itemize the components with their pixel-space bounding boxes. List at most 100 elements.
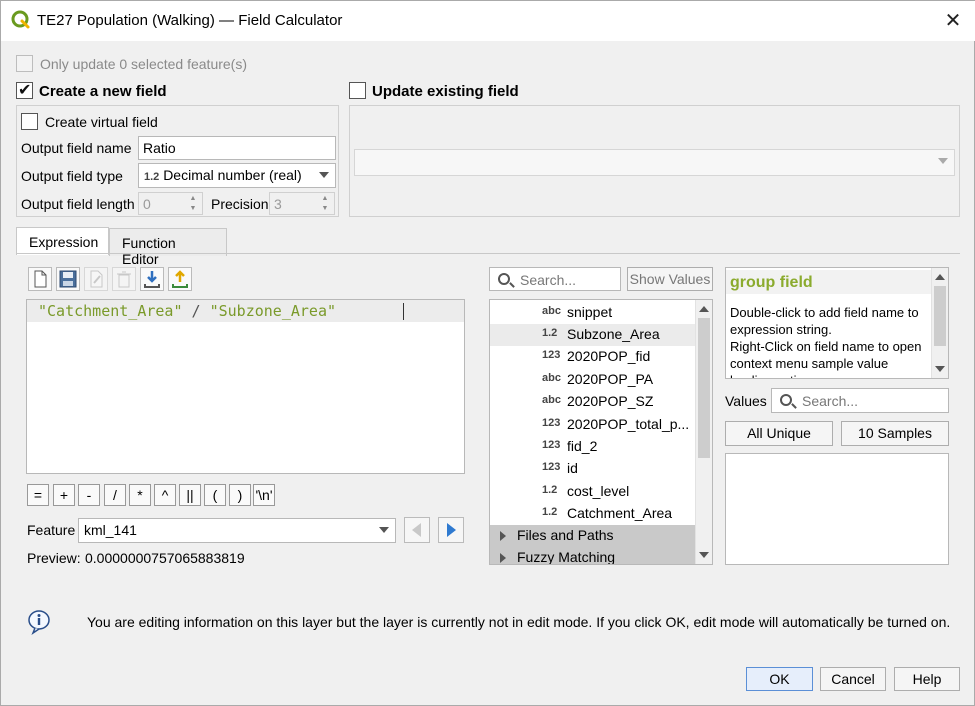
show-values-button[interactable]: Show Values bbox=[627, 267, 713, 291]
triangle-left-icon bbox=[412, 523, 421, 537]
decimal-type-icon: 1.2 bbox=[542, 506, 558, 518]
update-existing-field-label: Update existing field bbox=[372, 83, 519, 100]
output-field-length-value: 0 bbox=[143, 196, 151, 212]
existing-field-select[interactable] bbox=[354, 149, 955, 176]
scrollbar-thumb[interactable] bbox=[698, 318, 710, 458]
output-field-type-label: Output field type bbox=[21, 168, 123, 184]
expression-editor[interactable]: "Catchment_Area" / "Subzone_Area" bbox=[26, 299, 465, 474]
all-unique-button[interactable]: All Unique bbox=[725, 421, 833, 446]
help-button[interactable]: Help bbox=[894, 667, 960, 691]
list-item-selected[interactable]: 1.2 Subzone_Area bbox=[490, 324, 696, 346]
qgis-logo-icon bbox=[11, 10, 30, 29]
chevron-down-icon bbox=[319, 172, 329, 178]
window-title: TE27 Population (Walking) — Field Calcul… bbox=[37, 12, 343, 29]
search-icon bbox=[498, 273, 510, 285]
chevron-down-icon bbox=[379, 527, 389, 533]
operator-open-paren-button[interactable]: ( bbox=[204, 484, 226, 506]
help-body: Double-click to add field name to expres… bbox=[730, 304, 930, 378]
edit-icon[interactable] bbox=[84, 267, 108, 291]
ten-samples-button[interactable]: 10 Samples bbox=[841, 421, 949, 446]
values-search-placeholder: Search... bbox=[802, 393, 859, 409]
only-update-selected-label: Only update 0 selected feature(s) bbox=[40, 56, 248, 72]
help-line-1: Double-click to add field name to expres… bbox=[730, 305, 919, 337]
next-feature-button[interactable] bbox=[438, 517, 464, 543]
cancel-button[interactable]: Cancel bbox=[820, 667, 886, 691]
info-icon bbox=[28, 610, 50, 635]
decimal-type-icon: 1.2 bbox=[144, 171, 160, 183]
help-scrollbar[interactable] bbox=[931, 268, 948, 378]
tree-group-fuzzy-matching[interactable]: Fuzzy Matching bbox=[490, 547, 696, 564]
list-item[interactable]: 123 id bbox=[490, 458, 696, 480]
output-field-name-label: Output field name bbox=[21, 140, 132, 156]
text-caret bbox=[403, 303, 404, 320]
integer-type-icon: 123 bbox=[542, 461, 561, 473]
preview-value: 0.0000000757065883819 bbox=[85, 550, 245, 566]
delete-icon[interactable] bbox=[112, 267, 136, 291]
operator-equals-button[interactable]: = bbox=[27, 484, 49, 506]
update-existing-field-checkbox[interactable] bbox=[349, 82, 366, 99]
expression-field-a: "Catchment_Area" bbox=[38, 302, 183, 320]
precision-input[interactable]: 3 ▲ ▼ bbox=[269, 192, 335, 215]
list-item[interactable]: 123 2020POP_total_p... bbox=[490, 414, 696, 436]
integer-type-icon: 123 bbox=[542, 417, 561, 429]
function-search-placeholder: Search... bbox=[520, 272, 577, 288]
help-title: group field bbox=[730, 274, 813, 291]
list-item[interactable]: abc snippet bbox=[490, 302, 696, 324]
list-item[interactable]: abc 2020POP_SZ bbox=[490, 391, 696, 413]
operator-power-button[interactable]: ^ bbox=[154, 484, 176, 506]
function-search-input[interactable]: Search... bbox=[489, 267, 621, 291]
close-icon[interactable]: ✕ bbox=[941, 9, 965, 33]
values-label: Values bbox=[725, 393, 767, 409]
string-type-icon: abc bbox=[542, 372, 561, 384]
previous-feature-button[interactable] bbox=[404, 517, 430, 543]
string-type-icon: abc bbox=[542, 305, 561, 317]
create-virtual-field-label: Create virtual field bbox=[45, 114, 158, 130]
values-search-input[interactable]: Search... bbox=[771, 388, 949, 413]
list-item[interactable]: 123 2020POP_fid bbox=[490, 346, 696, 368]
spinner-arrows-icon[interactable]: ▲ ▼ bbox=[186, 194, 200, 214]
tab-divider bbox=[16, 253, 960, 254]
operator-multiply-button[interactable]: * bbox=[129, 484, 151, 506]
scroll-up-icon[interactable] bbox=[699, 306, 709, 312]
decimal-type-icon: 1.2 bbox=[542, 327, 558, 339]
tree-group-files-and-paths[interactable]: Files and Paths bbox=[490, 525, 696, 547]
operator-concat-button[interactable]: || bbox=[179, 484, 201, 506]
operator-close-paren-button[interactable]: ) bbox=[229, 484, 251, 506]
feature-select[interactable]: kml_141 bbox=[78, 518, 396, 543]
create-virtual-field-checkbox[interactable] bbox=[21, 113, 38, 130]
triangle-right-icon bbox=[447, 523, 456, 537]
only-update-selected-checkbox[interactable] bbox=[16, 55, 33, 72]
expression-field-b: "Subzone_Area" bbox=[209, 302, 337, 320]
scroll-down-icon[interactable] bbox=[699, 552, 709, 558]
tab-function-editor[interactable]: Function Editor bbox=[109, 228, 227, 267]
create-new-field-checkbox[interactable] bbox=[16, 80, 33, 100]
expand-arrow-icon[interactable] bbox=[500, 531, 506, 541]
operator-minus-button[interactable]: - bbox=[78, 484, 100, 506]
function-tree-scrollbar[interactable] bbox=[695, 300, 712, 564]
operator-plus-button[interactable]: + bbox=[53, 484, 75, 506]
expand-arrow-icon[interactable] bbox=[500, 553, 506, 563]
save-icon[interactable] bbox=[56, 267, 80, 291]
help-panel: group field Double-click to add field na… bbox=[725, 267, 949, 379]
scroll-down-icon[interactable] bbox=[935, 366, 945, 372]
import-icon[interactable] bbox=[140, 267, 164, 291]
spinner-arrows-icon[interactable]: ▲ ▼ bbox=[318, 194, 332, 214]
tab-expression[interactable]: Expression bbox=[16, 227, 109, 255]
ok-button[interactable]: OK bbox=[746, 667, 813, 691]
list-item[interactable]: abc 2020POP_PA bbox=[490, 369, 696, 391]
list-item[interactable]: 123 fid_2 bbox=[490, 436, 696, 458]
scroll-up-icon[interactable] bbox=[935, 274, 945, 280]
output-field-name-input[interactable]: Ratio bbox=[138, 136, 336, 160]
scrollbar-thumb[interactable] bbox=[934, 286, 946, 346]
list-item[interactable]: 1.2 cost_level bbox=[490, 481, 696, 503]
list-item[interactable]: 1.2 Catchment_Area bbox=[490, 503, 696, 525]
values-list[interactable] bbox=[725, 453, 949, 565]
operator-newline-button[interactable]: '\n' bbox=[253, 484, 275, 506]
function-tree[interactable]: abc snippet 1.2 Subzone_Area 123 2020POP_fi… bbox=[489, 299, 713, 565]
operator-divide-button[interactable]: / bbox=[104, 484, 126, 506]
output-field-length-input[interactable]: 0 ▲ ▼ bbox=[138, 192, 203, 215]
integer-type-icon: 123 bbox=[542, 349, 561, 361]
output-field-type-select[interactable]: 1.2 Decimal number (real) bbox=[138, 163, 336, 188]
export-icon[interactable] bbox=[168, 267, 192, 291]
new-file-icon[interactable] bbox=[28, 267, 52, 291]
